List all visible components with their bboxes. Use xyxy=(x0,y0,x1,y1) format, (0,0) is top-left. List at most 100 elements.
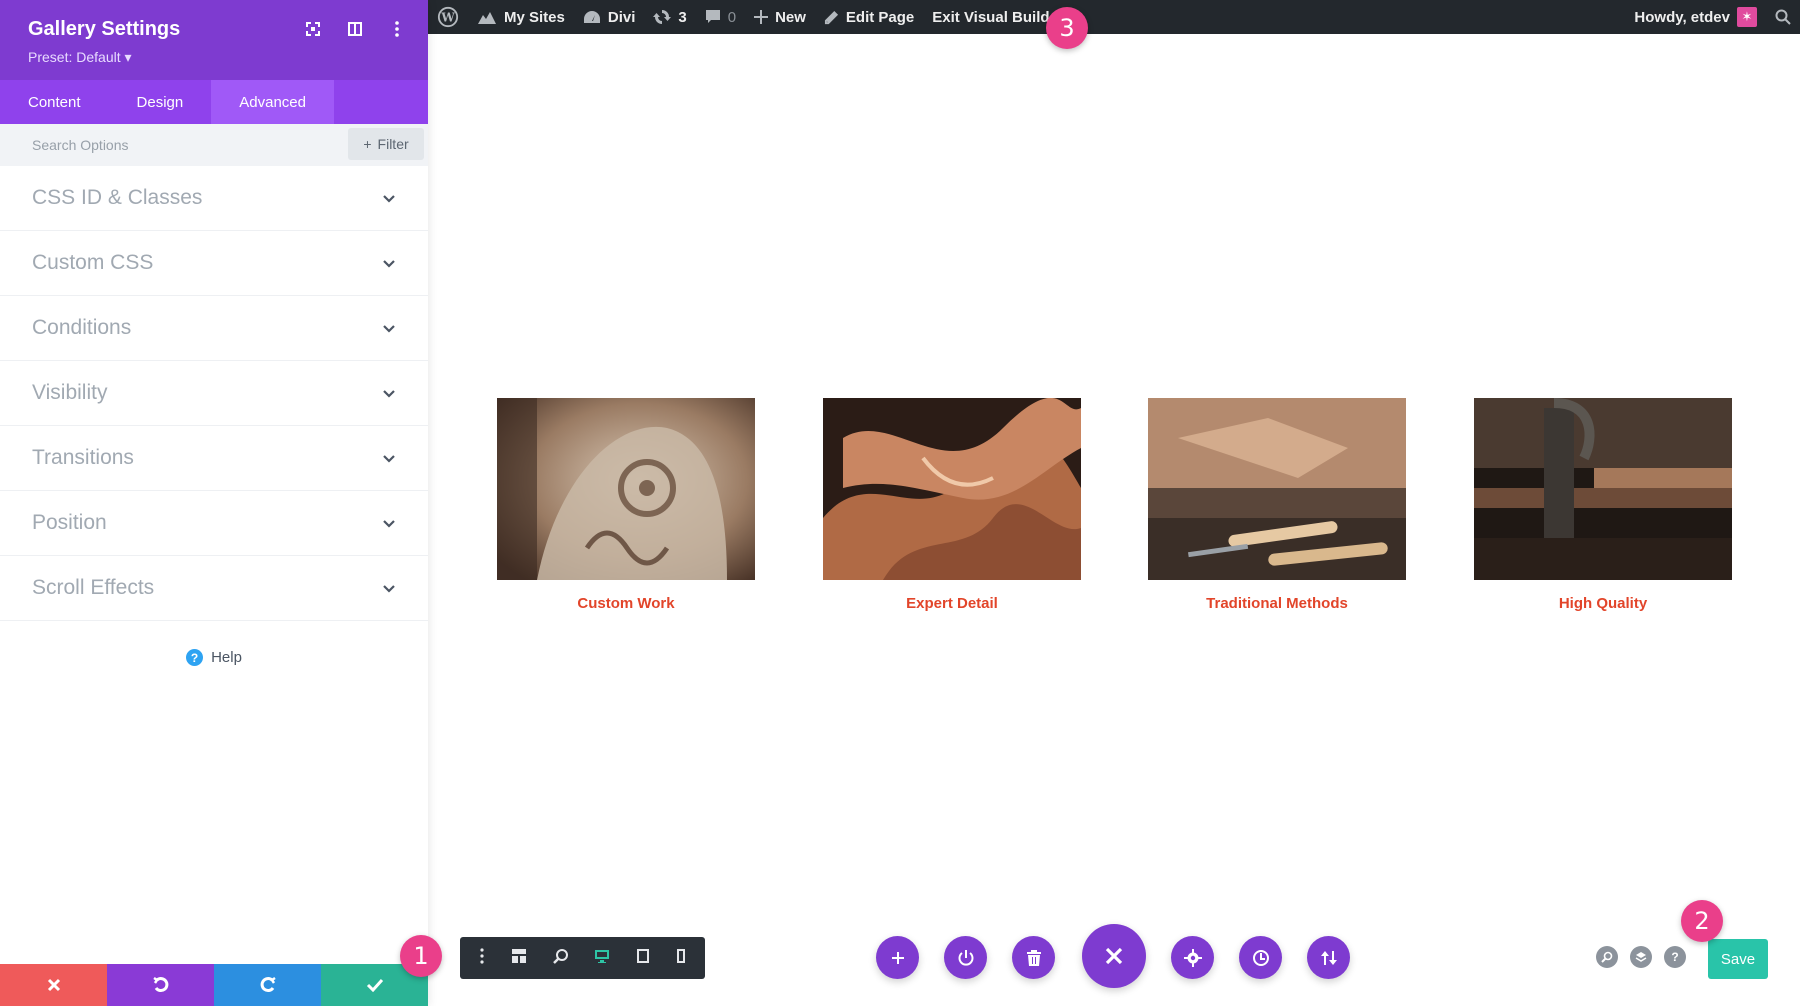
svg-text:W: W xyxy=(440,11,455,25)
dock-panel-icon[interactable] xyxy=(346,20,364,38)
search-icon[interactable] xyxy=(1596,946,1618,968)
tab-advanced[interactable]: Advanced xyxy=(211,80,334,124)
refresh-icon xyxy=(653,10,672,24)
filter-button[interactable]: + Filter xyxy=(348,128,424,160)
chevron-down-icon xyxy=(383,259,395,268)
panel-footer xyxy=(0,964,428,1006)
check-icon xyxy=(366,978,383,992)
save-button[interactable]: Save xyxy=(1708,939,1768,979)
toggle-label: Position xyxy=(32,511,107,534)
wireframe-view-icon[interactable] xyxy=(511,948,527,969)
chevron-down-icon xyxy=(383,194,395,203)
toggle-position[interactable]: Position xyxy=(0,491,428,556)
option-groups: CSS ID & Classes Custom CSS Conditions V… xyxy=(0,166,428,621)
dashboard-icon xyxy=(583,11,600,23)
pencil-icon xyxy=(824,10,838,24)
tablet-view-icon[interactable] xyxy=(636,948,650,969)
toggle-scroll-effects[interactable]: Scroll Effects xyxy=(0,556,428,621)
tab-content[interactable]: Content xyxy=(0,80,109,124)
search-icon xyxy=(1775,9,1791,25)
portability-button[interactable] xyxy=(944,936,987,979)
comments-menu[interactable]: 0 xyxy=(696,0,745,34)
gallery-caption: Expert Detail xyxy=(906,595,998,612)
filter-label: Filter xyxy=(377,136,409,152)
layers-icon[interactable] xyxy=(1630,946,1652,968)
tab-design[interactable]: Design xyxy=(109,80,212,124)
fullscreen-icon[interactable] xyxy=(304,20,322,38)
plus-icon: + xyxy=(363,136,372,152)
toggle-custom-css[interactable]: Custom CSS xyxy=(0,231,428,296)
edit-page-link[interactable]: Edit Page xyxy=(815,0,923,34)
gallery-caption: High Quality xyxy=(1558,595,1648,612)
chevron-down-icon xyxy=(383,389,395,398)
more-options-icon[interactable] xyxy=(479,947,485,969)
chevron-down-icon xyxy=(383,519,395,528)
discard-button[interactable] xyxy=(0,964,107,1006)
toggle-conditions[interactable]: Conditions xyxy=(0,296,428,361)
updates-count: 3 xyxy=(678,8,687,26)
redo-button[interactable] xyxy=(214,964,321,1006)
redo-icon xyxy=(260,976,276,993)
account-menu[interactable]: Howdy, etdev ✶ xyxy=(1625,0,1766,34)
gallery-item[interactable]: Expert Detail xyxy=(823,397,1081,612)
admin-search[interactable] xyxy=(1766,0,1800,34)
module-settings-panel: Gallery Settings Preset: Default ▾ Conte… xyxy=(0,0,428,1006)
howdy-label: Howdy, etdev xyxy=(1634,8,1730,26)
toggle-label: Conditions xyxy=(32,316,132,339)
divi-label: Divi xyxy=(607,8,636,26)
search-options-input[interactable] xyxy=(32,137,332,153)
updates-menu[interactable]: 3 xyxy=(644,0,695,34)
my-sites-label: My Sites xyxy=(504,8,565,26)
edit-page-label: Edit Page xyxy=(845,8,915,26)
my-sites-menu[interactable]: My Sites xyxy=(468,0,574,34)
gallery-item[interactable]: Traditional Methods xyxy=(1148,398,1406,612)
gallery-image-carving-tools xyxy=(1148,398,1406,580)
avatar: ✶ xyxy=(1737,7,1757,27)
layout-sort-button[interactable] xyxy=(1307,936,1350,979)
toggle-label: Transitions xyxy=(32,446,134,469)
gallery-caption: Traditional Methods xyxy=(1206,595,1348,612)
help-link[interactable]: ? Help xyxy=(0,649,428,666)
step-badge-1: 1 xyxy=(400,935,442,977)
search-options-row: + Filter xyxy=(0,124,428,166)
toggle-label: Custom CSS xyxy=(32,251,154,274)
clock-icon xyxy=(1252,949,1269,966)
sites-icon xyxy=(478,12,496,24)
phone-view-icon[interactable] xyxy=(676,948,686,969)
more-options-icon[interactable] xyxy=(388,20,406,38)
chevron-down-icon xyxy=(383,584,395,593)
exit-vb-label: Exit Visual Builder xyxy=(932,8,1064,26)
toggle-css-id-classes[interactable]: CSS ID & Classes xyxy=(0,166,428,231)
close-icon xyxy=(47,978,60,992)
gallery-item[interactable]: High Quality xyxy=(1474,398,1732,612)
desktop-view-icon[interactable] xyxy=(594,948,610,969)
divi-menu[interactable]: Divi xyxy=(574,0,645,34)
chevron-down-icon xyxy=(383,324,395,333)
toggle-label: Visibility xyxy=(32,381,108,404)
gallery-image-clamp xyxy=(1474,398,1732,580)
step-badge-3: 3 xyxy=(1046,7,1088,49)
zoom-icon[interactable] xyxy=(552,948,569,969)
toggle-transitions[interactable]: Transitions xyxy=(0,426,428,491)
close-settings-bar-button[interactable] xyxy=(1082,924,1146,988)
help-icon[interactable]: ? xyxy=(1664,946,1686,968)
wordpress-logo[interactable]: W xyxy=(428,0,468,34)
gallery-item[interactable]: Custom Work xyxy=(497,398,755,612)
clear-layout-button[interactable] xyxy=(1012,936,1055,979)
undo-button[interactable] xyxy=(107,964,214,1006)
panel-header: Gallery Settings Preset: Default ▾ xyxy=(0,0,428,80)
gear-icon xyxy=(1183,948,1202,967)
comment-icon xyxy=(705,10,720,23)
undo-icon xyxy=(152,976,168,993)
step-badge-2: 2 xyxy=(1681,900,1723,942)
new-label: New xyxy=(775,8,806,26)
new-menu[interactable]: New xyxy=(745,0,815,34)
trash-icon xyxy=(1026,949,1041,966)
power-icon xyxy=(958,949,973,966)
preset-dropdown[interactable]: Preset: Default ▾ xyxy=(28,49,400,66)
page-settings-button[interactable] xyxy=(1171,936,1214,979)
comments-count: 0 xyxy=(727,8,737,26)
history-button[interactable] xyxy=(1239,936,1282,979)
add-module-button[interactable] xyxy=(876,936,919,979)
toggle-visibility[interactable]: Visibility xyxy=(0,361,428,426)
